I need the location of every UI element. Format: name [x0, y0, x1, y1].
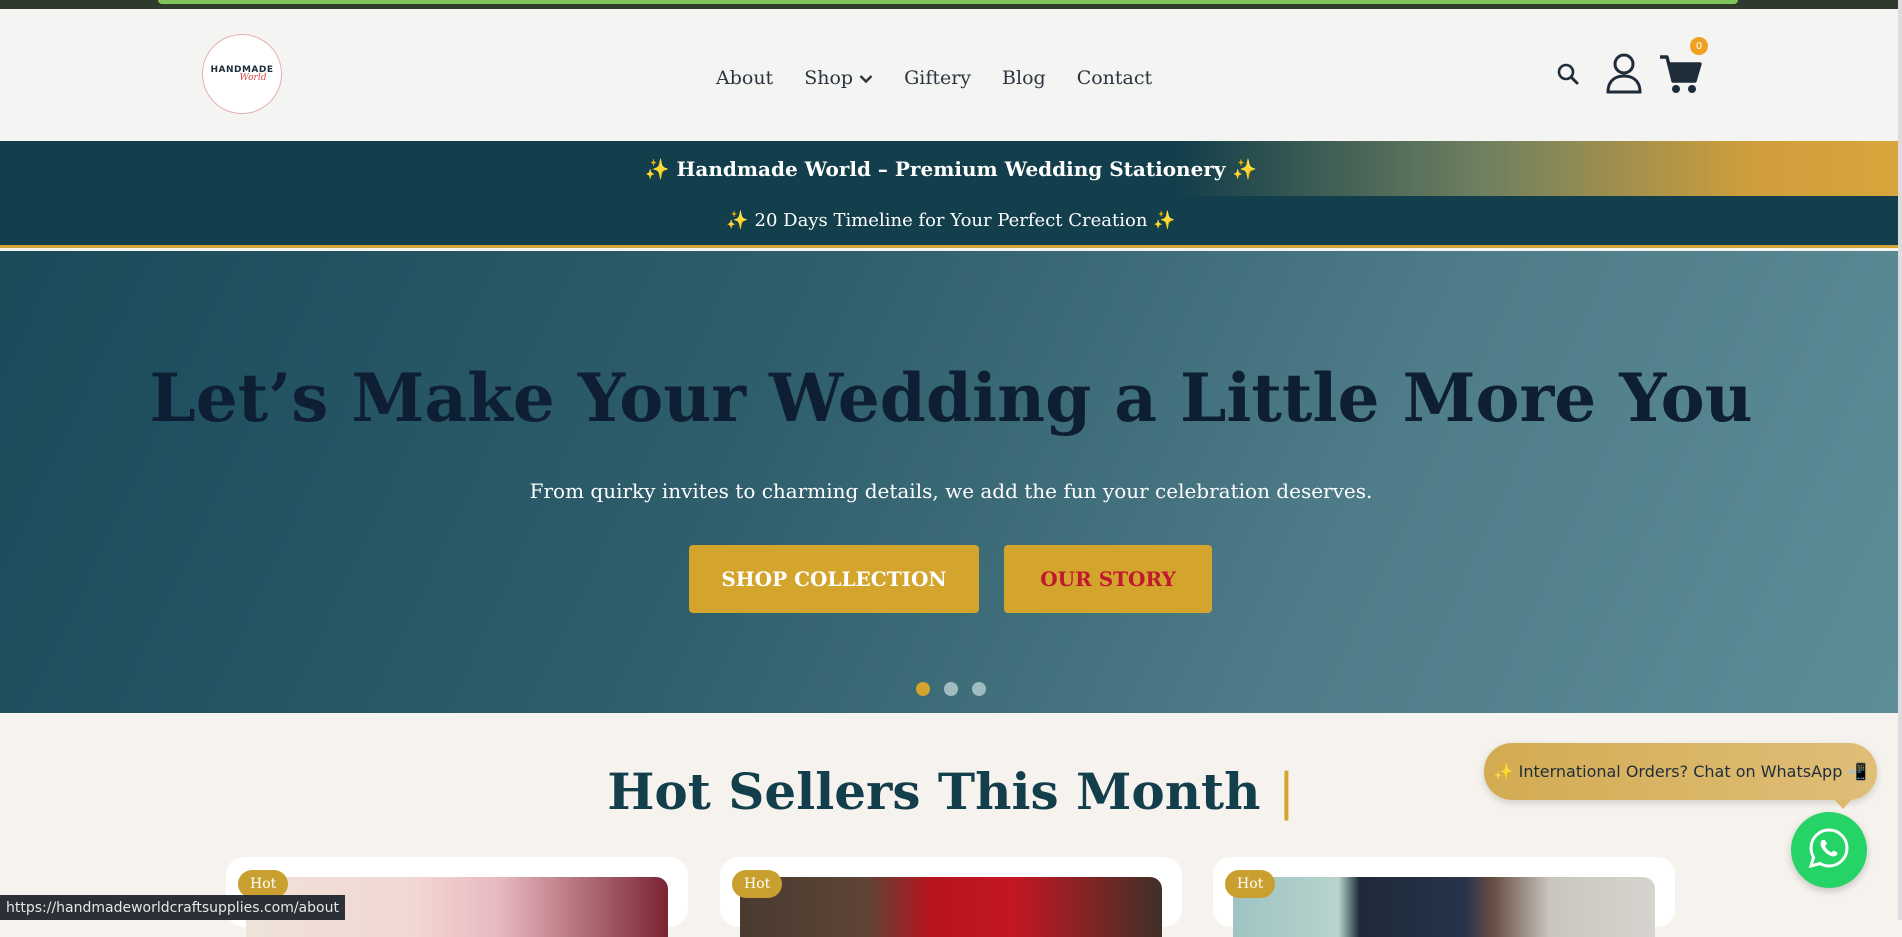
account-icon[interactable]: [1605, 52, 1643, 98]
whatsapp-cta[interactable]: ✨ International Orders? Chat on WhatsApp…: [1484, 743, 1877, 800]
announcement-secondary-text: ✨ 20 Days Timeline for Your Perfect Crea…: [726, 210, 1176, 231]
typing-cursor: |: [1277, 763, 1295, 821]
slider-dots: [916, 682, 1000, 696]
product-card[interactable]: Hot: [1213, 857, 1675, 937]
hot-badge: Hot: [238, 870, 289, 898]
whatsapp-icon: [1807, 826, 1851, 874]
hot-badge: Hot: [1225, 870, 1276, 898]
slider-dot-3[interactable]: [972, 682, 986, 696]
whatsapp-cta-text: ✨ International Orders? Chat on WhatsApp…: [1493, 762, 1868, 781]
site-logo[interactable]: HANDMADE World: [202, 34, 282, 114]
product-image[interactable]: [740, 877, 1162, 937]
whatsapp-button[interactable]: [1791, 812, 1867, 888]
top-strip: [0, 0, 1902, 9]
product-card[interactable]: Hot: [720, 857, 1182, 937]
nav-contact[interactable]: Contact: [1077, 67, 1152, 89]
top-accent-bar: [158, 0, 1738, 4]
announcement-bar-primary: ✨ Handmade World – Premium Wedding Stati…: [0, 141, 1902, 196]
nav-giftery-label: Giftery: [904, 67, 972, 89]
announcement-primary-text: ✨ Handmade World – Premium Wedding Stati…: [644, 156, 1258, 181]
cart-count-badge: 0: [1690, 37, 1708, 55]
nav-giftery[interactable]: Giftery: [904, 67, 971, 89]
announcement-bar-secondary: ✨ 20 Days Timeline for Your Perfect Crea…: [0, 196, 1902, 248]
shop-collection-button[interactable]: SHOP COLLECTION: [689, 545, 979, 613]
nav-about-label: About: [716, 67, 774, 89]
our-story-label: OUR STORY: [1040, 567, 1176, 591]
nav-shop[interactable]: Shop: [804, 67, 873, 89]
hot-sellers-title-text: Hot Sellers This Month: [607, 762, 1261, 821]
nav-blog[interactable]: Blog: [1002, 67, 1046, 89]
status-url-text: https://handmadeworldcraftsupplies.com/a…: [6, 899, 339, 916]
main-nav: About Shop Giftery Blog Contact: [716, 63, 1183, 93]
nav-shop-label: Shop: [804, 67, 854, 89]
slider-dot-2[interactable]: [944, 682, 958, 696]
shop-collection-label: SHOP COLLECTION: [721, 567, 947, 591]
hot-badge: Hot: [732, 870, 783, 898]
cart-icon[interactable]: [1658, 53, 1702, 99]
hero-slider: Let’s Make Your Wedding a Little More Yo…: [0, 251, 1902, 713]
whatsapp-cta-pointer: [1834, 799, 1852, 809]
hero-subtitle: From quirky invites to charming details,…: [529, 479, 1373, 503]
slider-dot-1[interactable]: [916, 682, 930, 696]
product-image[interactable]: [1233, 877, 1655, 937]
nav-about[interactable]: About: [716, 67, 773, 89]
search-icon[interactable]: [1556, 62, 1580, 90]
our-story-button[interactable]: OUR STORY: [1004, 545, 1212, 613]
nav-contact-label: Contact: [1076, 67, 1153, 89]
hero-title: Let’s Make Your Wedding a Little More Yo…: [149, 359, 1753, 437]
browser-status-url: https://handmadeworldcraftsupplies.com/a…: [0, 895, 345, 920]
chevron-down-icon: [859, 67, 873, 89]
site-header: HANDMADE World About Shop Giftery Blog C…: [0, 9, 1902, 141]
nav-blog-label: Blog: [1002, 67, 1046, 89]
scrollbar[interactable]: [1898, 0, 1902, 920]
logo-script: World: [239, 73, 267, 83]
